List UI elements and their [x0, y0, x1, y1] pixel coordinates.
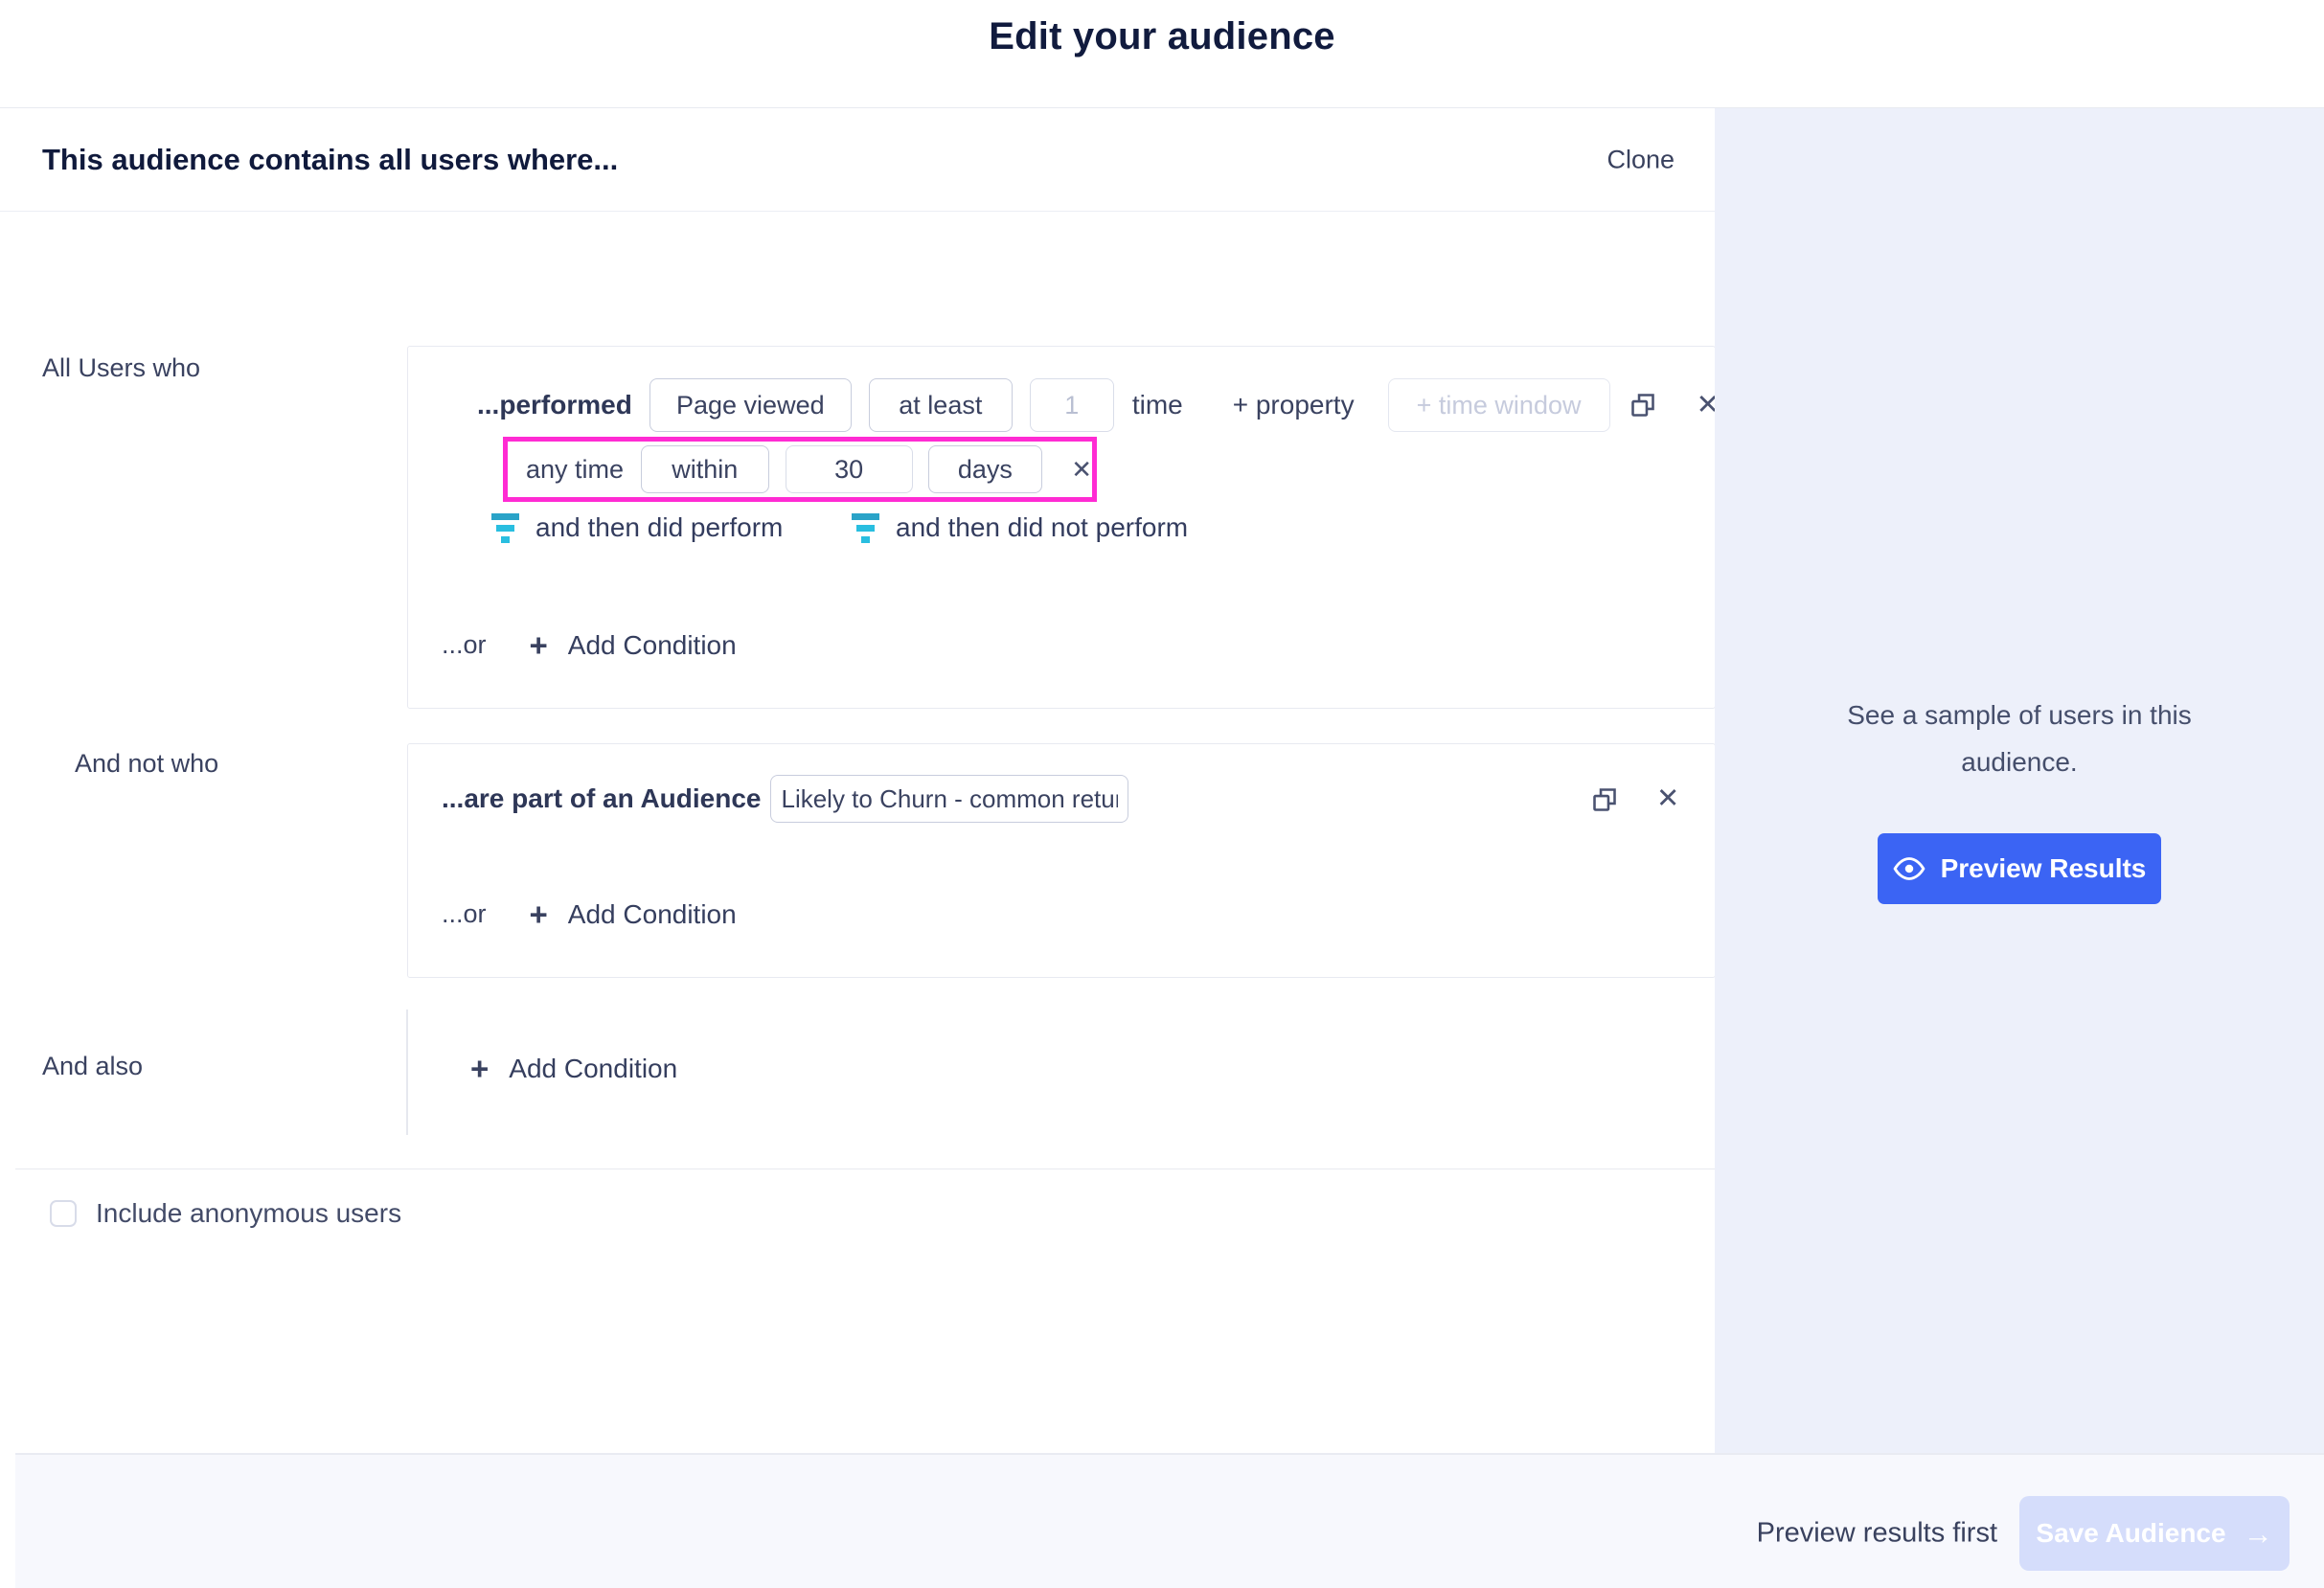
save-audience-button[interactable]: Save Audience →	[2019, 1496, 2290, 1571]
or-label: ...or	[442, 630, 487, 660]
builder-heading: This audience contains all users where..…	[42, 143, 618, 177]
time-unit-select[interactable]: days	[928, 445, 1043, 493]
and-also-label: And also	[42, 1052, 143, 1081]
include-anonymous-label: Include anonymous users	[96, 1198, 401, 1229]
page-title: Edit your audience	[0, 15, 2324, 58]
section-divider	[15, 1168, 1715, 1169]
remove-condition-button[interactable]: ✕	[1656, 785, 1679, 813]
close-icon: ✕	[1071, 457, 1092, 482]
eye-icon	[1893, 856, 1925, 881]
audience-condition-row: ...are part of an Audience	[442, 775, 1128, 823]
performed-condition-row: ...performed Page viewed at least time +…	[477, 378, 1720, 432]
copy-icon	[1591, 786, 1618, 813]
event-select[interactable]: Page viewed	[649, 378, 852, 432]
include-anonymous-checkbox[interactable]	[50, 1200, 77, 1227]
edit-audience-modal: Edit your audience This audience contain…	[0, 0, 2324, 1588]
and-then-did-perform-link[interactable]: and then did perform	[491, 512, 783, 543]
audience-builder-panel: This audience contains all users where..…	[0, 108, 1715, 1453]
or-row: ...or + Add Condition	[442, 629, 737, 661]
plus-icon: +	[470, 1053, 489, 1084]
audience-prefix: ...are part of an Audience	[442, 783, 761, 814]
count-input[interactable]	[1030, 378, 1114, 432]
and-also-divider	[406, 1010, 408, 1135]
remove-time-window-button[interactable]: ✕	[1071, 457, 1092, 482]
add-condition-button[interactable]: + Add Condition	[470, 1053, 677, 1084]
preview-first-hint: Preview results first	[1757, 1518, 1997, 1550]
time-window-highlight-box: any time within days ✕	[503, 437, 1097, 502]
funnel-icon	[852, 513, 879, 543]
time-comparator-select[interactable]: within	[641, 445, 769, 493]
add-condition-button[interactable]: + Add Condition	[530, 898, 737, 930]
audience-card-actions: ✕	[1591, 785, 1679, 813]
plus-icon: +	[530, 898, 548, 930]
and-then-did-not-perform-label: and then did not perform	[896, 512, 1188, 543]
add-property-button[interactable]: + property	[1233, 390, 1355, 420]
all-users-who-label: All Users who	[42, 353, 200, 383]
funnel-icon	[491, 513, 519, 543]
copy-condition-button[interactable]	[1591, 786, 1618, 813]
time-suffix-label: time	[1132, 390, 1183, 420]
or-row: ...or + Add Condition	[442, 898, 737, 930]
clone-button[interactable]: Clone	[1601, 144, 1680, 175]
save-audience-label: Save Audience	[2036, 1518, 2225, 1549]
performed-prefix: ...performed	[477, 390, 632, 420]
and-not-who-label: And not who	[75, 749, 218, 779]
add-condition-label: Add Condition	[509, 1054, 677, 1084]
anonymous-users-row: Include anonymous users	[50, 1198, 401, 1229]
and-then-did-not-perform-link[interactable]: and then did not perform	[852, 512, 1188, 543]
arrow-right-icon: →	[2244, 1519, 2273, 1549]
add-time-window-button[interactable]: + time window	[1388, 378, 1610, 432]
performed-condition-card: ...performed Page viewed at least time +…	[407, 346, 1716, 709]
preview-results-button[interactable]: Preview Results	[1878, 833, 2161, 904]
builder-header: This audience contains all users where..…	[0, 108, 1715, 212]
add-condition-button[interactable]: + Add Condition	[530, 629, 737, 661]
plus-icon: +	[530, 629, 548, 661]
time-value-input[interactable]	[786, 445, 913, 493]
preview-sidebar: See a sample of users in this audience. …	[1715, 108, 2324, 1453]
close-icon: ✕	[1656, 785, 1679, 813]
audience-condition-card: ...are part of an Audience ✕ ..	[407, 743, 1716, 978]
audience-select-input[interactable]	[770, 775, 1128, 823]
or-label: ...or	[442, 899, 487, 929]
and-then-did-perform-label: and then did perform	[535, 512, 783, 543]
copy-condition-button[interactable]	[1629, 392, 1656, 419]
footer-bar: Preview results first Save Audience →	[15, 1453, 2324, 1588]
operator-select[interactable]: at least	[869, 378, 1013, 432]
add-condition-label: Add Condition	[568, 899, 737, 930]
any-time-label: any time	[526, 455, 624, 485]
preview-message: See a sample of users in this audience.	[1809, 692, 2230, 785]
copy-icon	[1629, 392, 1656, 419]
add-condition-label: Add Condition	[568, 630, 737, 661]
preview-results-label: Preview Results	[1941, 853, 2147, 884]
